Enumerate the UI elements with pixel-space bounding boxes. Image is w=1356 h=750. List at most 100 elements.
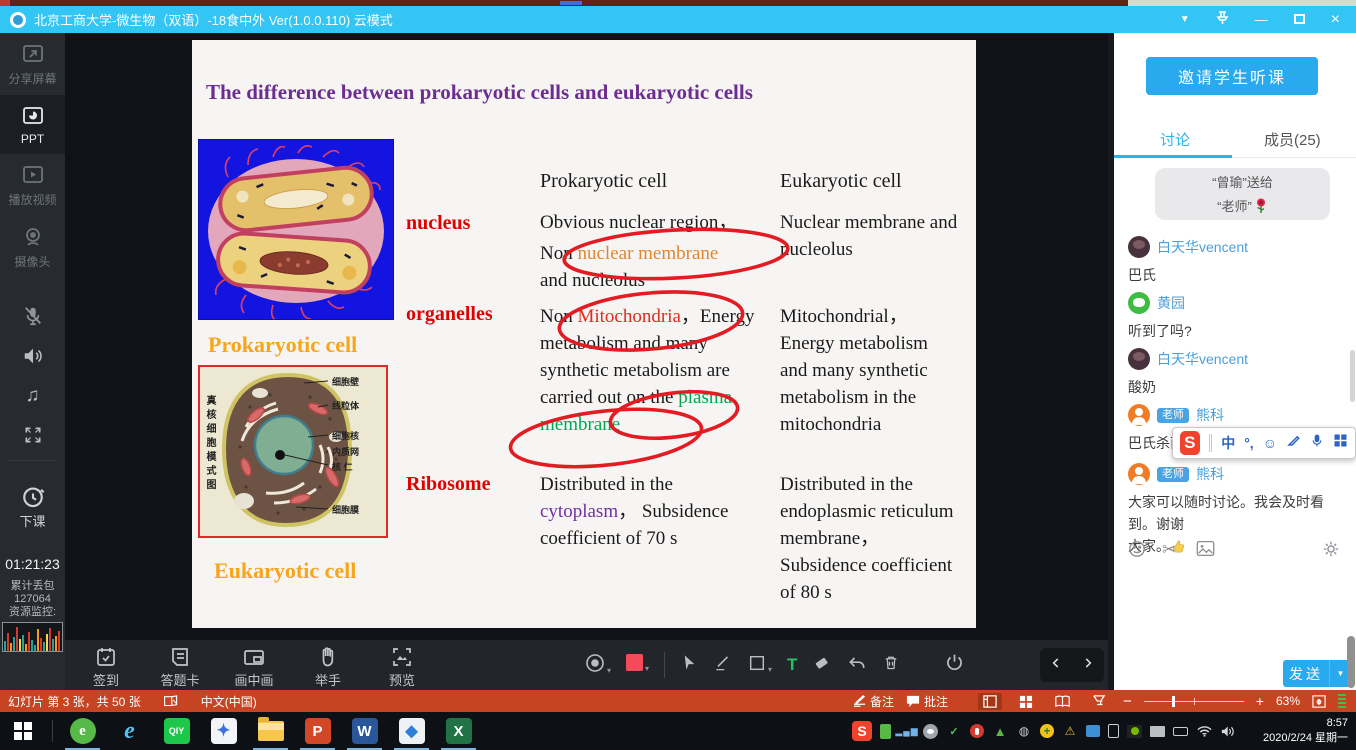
cell-nucleus-prokaryotic: Obvious nuclear region， Non nuclear memb… — [540, 209, 762, 294]
tray-power-icon[interactable] — [1173, 727, 1188, 736]
panel-scrollbar[interactable] — [1347, 636, 1355, 688]
tray-wifi-icon[interactable] — [1196, 723, 1212, 739]
right-panel: 邀请学生听课 讨论 成员(25) “曾瑜”送给 “老师” 白天华vencent … — [1114, 33, 1356, 690]
zoom-slider[interactable] — [1144, 701, 1244, 702]
taskbar-thunder[interactable]: ✦ — [200, 712, 247, 750]
settings-gear-icon[interactable] — [1322, 540, 1340, 561]
window-title: 北京工商大学-微生物（双语）-18食中外 Ver(1.0.0.110) 云模式 — [34, 10, 393, 29]
zoom-slider-thumb[interactable] — [1172, 696, 1175, 707]
answer-card-button[interactable]: 答题卡 — [153, 640, 207, 690]
end-class-button[interactable]: 下课 — [0, 467, 65, 530]
taskbar-clock[interactable]: 8:57 2020/2/24 星期一 — [1244, 716, 1348, 746]
pen-color-swatch[interactable]: ▾ — [626, 654, 649, 676]
tray-phone-icon[interactable] — [880, 724, 891, 739]
power-tool[interactable] — [944, 652, 965, 678]
check-in-button[interactable]: 签到 — [79, 640, 133, 690]
zoom-in-button[interactable]: + — [1256, 693, 1264, 709]
tray-mouse-icon[interactable] — [970, 724, 984, 738]
taskbar-file-explorer[interactable] — [247, 712, 294, 750]
raise-hand-button[interactable]: 举手 — [301, 640, 355, 690]
play-video-icon — [0, 163, 65, 187]
fit-to-window-button[interactable] — [1312, 695, 1326, 708]
eraser-tool[interactable] — [812, 653, 832, 678]
cell-ribosome-prokaryotic: Distributed in the cytoplasm， Subsidence… — [540, 471, 762, 552]
zoom-out-button[interactable]: − — [1123, 693, 1132, 710]
class-timer: 01:21:23 — [0, 556, 65, 572]
mic-muted-button[interactable] — [0, 296, 65, 336]
tab-members[interactable]: 成员(25) — [1264, 129, 1321, 150]
resource-monitor-chart — [2, 622, 63, 652]
normal-view-button[interactable] — [978, 693, 1002, 710]
ime-emoji-icon[interactable]: ☺ — [1263, 435, 1277, 451]
emoji-icon[interactable] — [1128, 540, 1146, 561]
tray-signal-icon[interactable]: ▂▄▆ — [899, 723, 915, 739]
prev-slide-button[interactable] — [1049, 656, 1063, 675]
spellcheck-icon[interactable] — [163, 695, 179, 708]
tray-display-icon[interactable] — [1150, 726, 1165, 737]
taskbar-study-app[interactable]: ◆ — [388, 712, 435, 750]
shape-tool[interactable]: ▾ — [748, 654, 772, 677]
ime-punctuation[interactable]: °, — [1244, 435, 1254, 451]
pip-button[interactable]: 画中画 — [227, 640, 281, 690]
start-button[interactable] — [0, 712, 46, 750]
sidebar-item-ppt[interactable]: PPT — [0, 95, 65, 154]
calendar-check-icon — [94, 645, 118, 669]
music-button[interactable]: ♫ — [0, 376, 65, 416]
sidebar-item-share-screen[interactable]: 分享屏幕 — [0, 33, 65, 95]
preview-button[interactable]: 预览 — [375, 640, 429, 690]
taskbar-iqiyi[interactable]: QIY — [153, 712, 200, 750]
minimize-button[interactable]: — — [1255, 12, 1268, 27]
slide-sorter-view-button[interactable] — [1014, 693, 1038, 710]
tray-nvidia-icon[interactable] — [1127, 725, 1142, 738]
send-button[interactable]: 发送 — [1283, 660, 1329, 687]
text-tool[interactable]: T — [787, 655, 797, 675]
ime-mic-icon[interactable] — [1310, 433, 1324, 454]
ime-keyboard-grid-icon[interactable] — [1333, 433, 1348, 453]
dropdown-arrow-icon[interactable]: ▼ — [1180, 14, 1190, 25]
next-slide-button[interactable] — [1081, 656, 1095, 675]
fullscreen-button[interactable] — [0, 416, 65, 454]
taskbar-internet-explorer[interactable]: e — [106, 712, 153, 750]
ime-handwriting-icon[interactable] — [1286, 433, 1301, 453]
taskbar-word[interactable]: W — [341, 712, 388, 750]
tray-sync-check-icon[interactable]: ✓ — [946, 723, 962, 739]
maximize-button[interactable] — [1294, 12, 1305, 27]
comments-button[interactable]: 批注 — [906, 693, 948, 710]
tray-usb-icon[interactable] — [1108, 724, 1119, 738]
tray-satellite-icon[interactable]: ◍ — [1016, 723, 1032, 739]
tray-sogou-icon[interactable]: S — [852, 721, 872, 741]
sogou-logo-icon[interactable]: S — [1180, 431, 1200, 455]
tray-defender-icon[interactable]: ⚠ — [1062, 723, 1078, 739]
pen-size-tool[interactable]: ▾ — [585, 653, 611, 678]
undo-tool[interactable] — [847, 653, 867, 678]
taskbar-powerpoint[interactable]: P — [294, 712, 341, 750]
screenshot-scissors-icon[interactable]: ✂ — [1162, 540, 1176, 560]
tray-wechat-icon[interactable] — [923, 724, 938, 739]
speaker-button[interactable] — [0, 336, 65, 376]
invite-students-button[interactable]: 邀请学生听课 — [1146, 57, 1318, 95]
tray-volume-icon[interactable] — [1220, 723, 1236, 739]
image-icon[interactable] — [1196, 540, 1215, 560]
clear-all-tool[interactable] — [882, 653, 900, 677]
taskbar-excel[interactable]: X — [435, 712, 482, 750]
chat-scrollbar[interactable] — [1350, 350, 1355, 402]
tab-discussion[interactable]: 讨论 — [1160, 129, 1190, 150]
tray-antivirus-icon[interactable]: + — [1040, 724, 1054, 738]
tray-pc-manager-icon[interactable] — [1086, 725, 1100, 737]
language-indicator[interactable]: 中文(中国) — [201, 693, 257, 710]
sidebar-item-camera[interactable]: 摄像头 — [0, 216, 65, 278]
tray-shield-green-icon[interactable]: ▲ — [992, 723, 1008, 739]
zoom-level[interactable]: 63% — [1276, 694, 1300, 708]
notes-button[interactable]: 备注 — [853, 693, 894, 710]
close-button[interactable]: × — [1331, 11, 1340, 29]
taskbar-360-browser[interactable]: e — [59, 712, 106, 750]
pen-tool[interactable] — [714, 653, 733, 677]
reading-view-button[interactable] — [1050, 693, 1075, 710]
cursor-tool[interactable] — [680, 653, 699, 677]
ime-mode-chinese[interactable]: 中 — [1221, 433, 1235, 453]
sidebar-item-play-video[interactable]: 播放视频 — [0, 154, 65, 216]
pin-icon[interactable] — [1216, 11, 1229, 28]
message-input[interactable] — [1114, 566, 1356, 652]
slideshow-view-button[interactable] — [1087, 693, 1111, 710]
packet-loss-label: 累计丢包 — [0, 580, 65, 593]
